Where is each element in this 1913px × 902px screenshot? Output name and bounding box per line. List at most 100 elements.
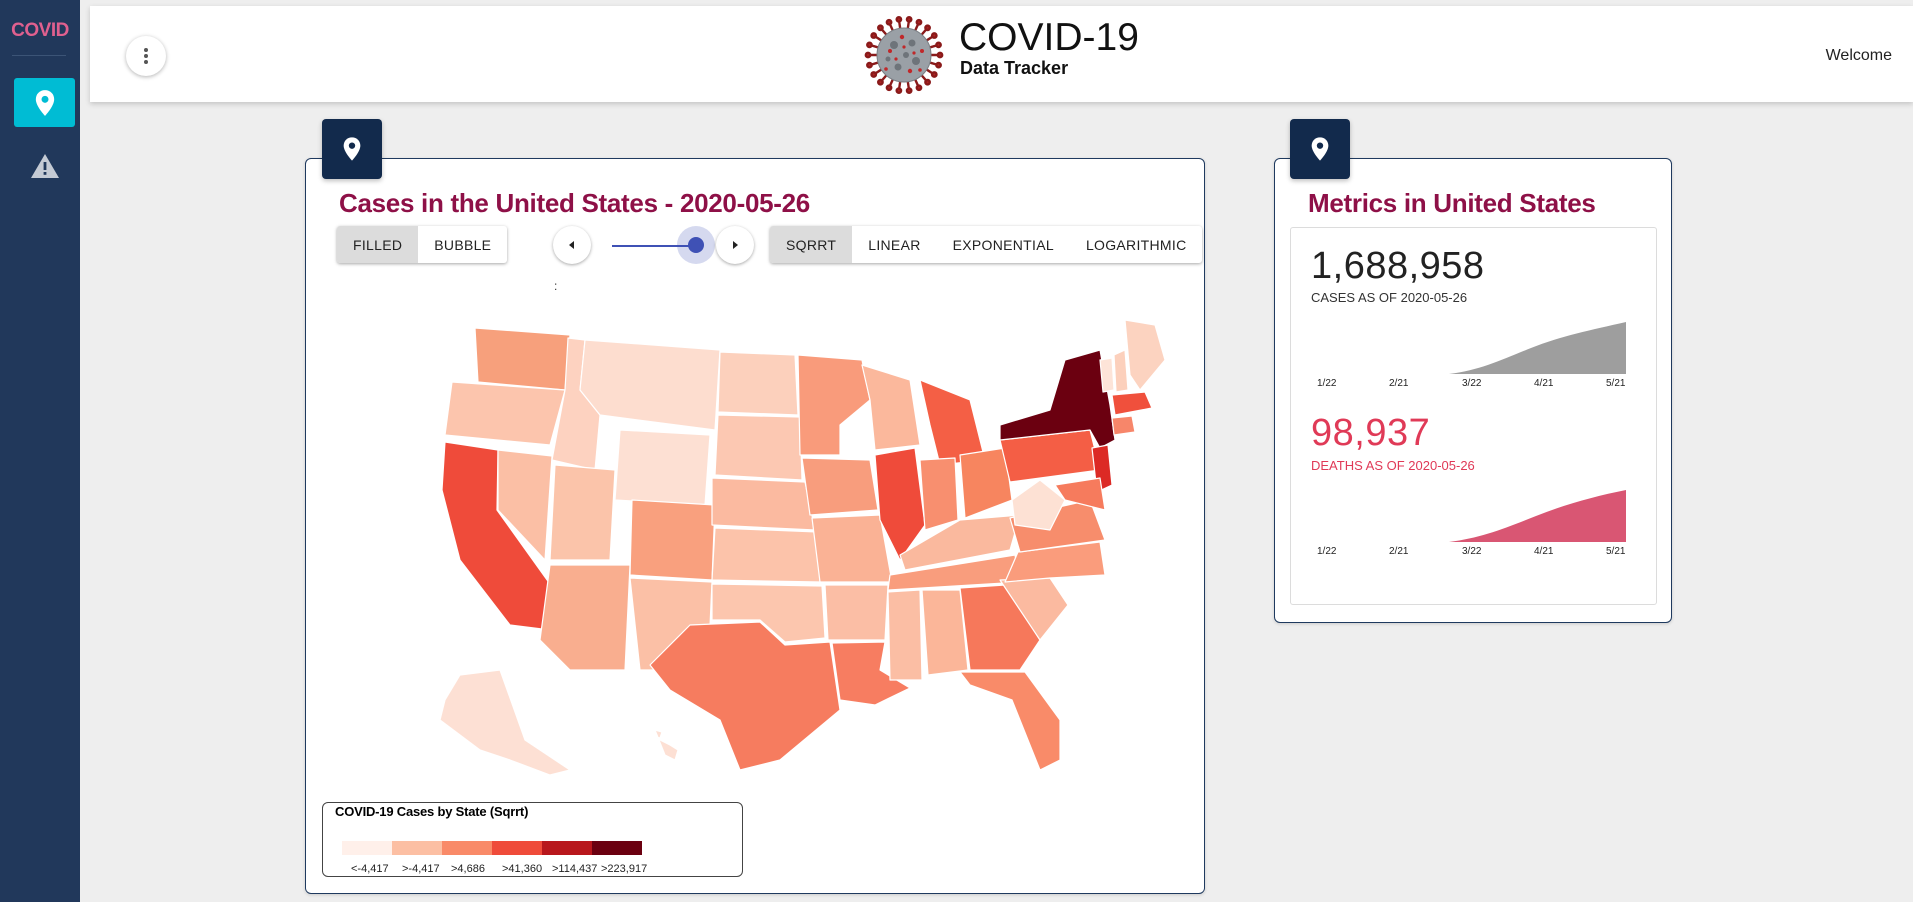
state-connecticut bbox=[1111, 415, 1136, 436]
metrics-card-badge bbox=[1290, 119, 1350, 179]
state-iowa bbox=[801, 457, 879, 516]
us-choropleth-map[interactable] bbox=[400, 320, 1180, 790]
legend-swatch-1 bbox=[342, 841, 392, 855]
cases-tick-4: 4/21 bbox=[1534, 378, 1554, 389]
brand-logo-text: COVID bbox=[11, 20, 69, 41]
state-texas bbox=[649, 621, 841, 771]
map-pin-icon bbox=[343, 137, 361, 161]
state-new-york bbox=[999, 349, 1116, 449]
virus-spike-tip bbox=[870, 32, 878, 39]
slider-marker: : bbox=[554, 279, 558, 293]
state-nebraska bbox=[711, 477, 816, 531]
deaths-tick-2: 2/21 bbox=[1389, 546, 1409, 557]
cases-count: 1,688,958 bbox=[1311, 245, 1485, 287]
metrics-card-title: Metrics in United States bbox=[1308, 188, 1596, 218]
legend-label-5: >114,437 bbox=[552, 863, 598, 875]
logarithmic-button[interactable]: LOGARITHMIC bbox=[1070, 226, 1203, 263]
more-menu-button[interactable] bbox=[126, 36, 166, 76]
virus-spike-tip bbox=[924, 78, 931, 86]
deaths-sparkline bbox=[1449, 490, 1626, 542]
virus-spike-tip bbox=[915, 84, 923, 92]
cases-tick-5: 5/21 bbox=[1606, 378, 1626, 389]
legend-swatch-4 bbox=[492, 841, 542, 855]
top-app-bar: COVID-19 Data Tracker Welcome bbox=[90, 6, 1913, 102]
legend-swatch-6 bbox=[592, 841, 642, 855]
sqrrt-button[interactable]: SQRRT bbox=[770, 226, 853, 263]
arrow-right-icon bbox=[733, 241, 738, 249]
state-oregon bbox=[444, 381, 566, 446]
deaths-tick-1: 1/22 bbox=[1317, 546, 1337, 557]
state-arkansas bbox=[824, 584, 889, 641]
virus-spike-tip bbox=[877, 78, 884, 86]
app-title: COVID-19 bbox=[959, 16, 1139, 59]
legend-label-1: <-4,417 bbox=[351, 863, 389, 875]
virus-spike-tip bbox=[885, 84, 893, 92]
bubble-button[interactable]: BUBBLE bbox=[418, 226, 507, 263]
state-montana bbox=[579, 339, 721, 431]
virus-spike-tip bbox=[866, 61, 873, 69]
virus-spike-tip bbox=[935, 61, 942, 69]
virus-spike-tip bbox=[935, 41, 942, 49]
virus-spike-tip bbox=[885, 18, 893, 26]
state-washington bbox=[474, 327, 571, 391]
warning-icon bbox=[30, 153, 59, 178]
legend-label-6: >223,917 bbox=[601, 863, 648, 875]
state-minnesota bbox=[797, 354, 871, 456]
sidebar-item-map[interactable] bbox=[14, 78, 75, 127]
arrow-left-icon bbox=[569, 241, 574, 249]
virus-spike-tip bbox=[895, 87, 903, 95]
cases-label: CASES AS OF 2020-05-26 bbox=[1311, 290, 1468, 305]
exponential-button[interactable]: EXPONENTIAL bbox=[937, 226, 1070, 263]
virus-spike-tip bbox=[924, 24, 931, 32]
state-alaska bbox=[439, 669, 571, 776]
linear-button[interactable]: LINEAR bbox=[852, 226, 936, 263]
map-pin-icon bbox=[1311, 137, 1329, 161]
map-pin-icon bbox=[35, 89, 54, 116]
welcome-text: Welcome bbox=[1825, 47, 1892, 64]
state-missouri bbox=[811, 514, 893, 583]
legend-label-2: >-4,417 bbox=[402, 863, 440, 875]
virus-spike-tip bbox=[930, 32, 938, 39]
virus-spike-tip bbox=[866, 41, 873, 49]
cases-sparkline bbox=[1449, 322, 1626, 374]
state-hawaii bbox=[651, 729, 679, 761]
state-north-dakota bbox=[717, 351, 799, 416]
state-wisconsin bbox=[861, 364, 921, 451]
virus-spike-tip bbox=[870, 71, 878, 78]
virus-spike-tip bbox=[915, 18, 923, 26]
deaths-label: DEATHS AS OF 2020-05-26 bbox=[1311, 458, 1475, 473]
filled-button[interactable]: FILLED bbox=[337, 226, 419, 263]
virus-spike-tip bbox=[905, 87, 913, 95]
scale-toggle: SQRRT LINEAR EXPONENTIAL LOGARITHMIC bbox=[770, 226, 1203, 263]
next-date-button[interactable] bbox=[716, 226, 754, 264]
previous-date-button[interactable] bbox=[553, 226, 591, 264]
deaths-tick-5: 5/21 bbox=[1606, 546, 1626, 557]
sidebar-item-alerts[interactable] bbox=[14, 141, 75, 190]
cases-tick-3: 3/22 bbox=[1462, 378, 1482, 389]
sidebar-divider bbox=[12, 55, 66, 56]
deaths-tick-4: 4/21 bbox=[1534, 546, 1554, 557]
legend-title: COVID-19 Cases by State (Sqrrt) bbox=[335, 804, 529, 819]
deaths-count: 98,937 bbox=[1311, 412, 1431, 454]
date-slider-thumb[interactable] bbox=[688, 237, 704, 253]
state-wyoming bbox=[614, 429, 711, 506]
app-subtitle: Data Tracker bbox=[960, 58, 1069, 78]
legend-swatch-2 bbox=[392, 841, 442, 855]
metrics-panel: 1,688,958 CASES AS OF 2020-05-26 1/22 2/… bbox=[1290, 227, 1657, 605]
more-vert-icon bbox=[144, 48, 148, 64]
virus-spike-tip bbox=[895, 15, 903, 23]
state-florida bbox=[959, 671, 1061, 771]
cases-tick-1: 1/22 bbox=[1317, 378, 1337, 389]
state-kansas bbox=[711, 527, 821, 583]
state-south-dakota bbox=[714, 414, 803, 481]
state-vermont bbox=[1099, 357, 1115, 393]
virus-spike-tip bbox=[930, 71, 938, 78]
map-legend: COVID-19 Cases by State (Sqrrt) <-4,417 … bbox=[322, 802, 743, 877]
state-massachusetts bbox=[1111, 391, 1153, 416]
legend-label-4: >41,360 bbox=[502, 863, 543, 875]
virus-spike-tip bbox=[905, 15, 913, 23]
cases-tick-2: 2/21 bbox=[1389, 378, 1409, 389]
state-utah bbox=[549, 464, 616, 561]
virus-logo-icon bbox=[864, 15, 944, 95]
state-colorado bbox=[629, 499, 716, 581]
